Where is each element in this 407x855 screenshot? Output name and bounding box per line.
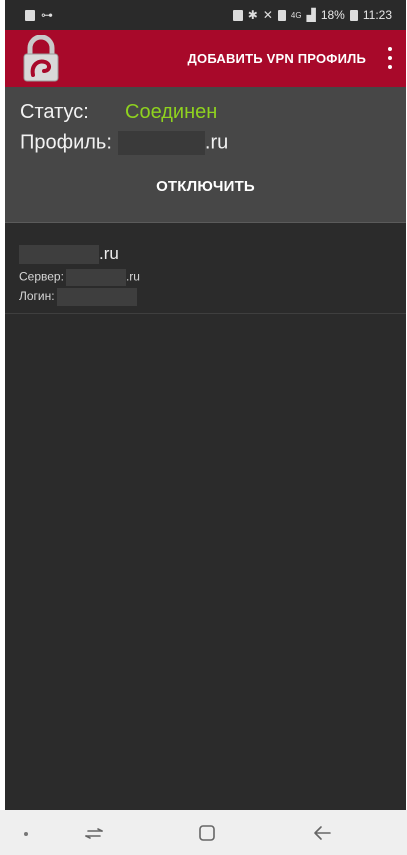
add-vpn-profile-button[interactable]: ДОБАВИТЬ VPN ПРОФИЛЬ [188,51,366,66]
app-bar: ДОБАВИТЬ VPN ПРОФИЛЬ [5,30,406,87]
status-value: Соединен [125,101,218,123]
redacted-profile-title [19,245,99,265]
padlock-icon [23,35,59,82]
disconnect-button[interactable]: ОТКЛЮЧИТЬ [5,178,406,195]
overflow-dot [388,47,392,51]
more-vert-icon[interactable] [384,47,396,69]
recent-apps-icon[interactable] [84,823,106,843]
server-label: Сервер: [19,269,64,284]
profile-suffix: .ru [204,131,229,154]
status-bar-left: ⊶ [25,8,53,22]
overflow-dot [388,65,392,69]
vpn-key-icon: ⊶ [41,8,53,22]
lock-screen-icon [232,9,243,21]
profile-title-suffix: .ru [99,244,119,263]
home-icon[interactable] [198,824,216,842]
profile-row: Профиль: .ru [20,131,228,155]
bluetooth-icon: ✱ [247,8,258,22]
status-row: Статус: Соединен [20,101,217,124]
server-line: Сервер: .ru [19,269,140,286]
status-bar: ⊶ ✱ ✕ 4G ▟ 18% 11:23 [5,0,406,30]
mute-icon: ✕ [262,8,273,22]
profile-title: .ru [19,244,119,265]
signal-icon: ▟ [306,8,316,22]
server-suffix: .ru [125,269,140,284]
redacted-server [65,269,126,286]
clock: 11:23 [362,8,392,22]
overflow-dot [388,56,392,60]
connection-status-panel: Статус: Соединен Профиль: .ru ОТКЛЮЧИТЬ [5,87,406,223]
redacted-profile-name [117,131,205,155]
network-type-label: 4G [290,10,302,20]
navigation-bar [0,810,407,855]
screen: ⊶ ✱ ✕ 4G ▟ 18% 11:23 ДОБАВИТЬ VPN ПРОФИЛ… [5,0,406,855]
lock-notification-icon [25,9,35,21]
login-line: Логин: [19,288,137,306]
status-bar-right: ✱ ✕ 4G ▟ 18% 11:23 [232,8,392,22]
login-label: Логин: [19,289,55,304]
nfc-icon [277,9,286,21]
redacted-login [56,288,137,306]
profile-list-item[interactable]: .ru Сервер: .ru Логин: [5,223,406,314]
nav-indicator-dot [24,832,28,836]
battery-icon [349,9,358,21]
back-icon[interactable] [312,823,334,843]
profile-label: Профиль: [20,131,112,154]
battery-percent: 18% [320,8,345,22]
status-label: Статус: [20,101,89,123]
